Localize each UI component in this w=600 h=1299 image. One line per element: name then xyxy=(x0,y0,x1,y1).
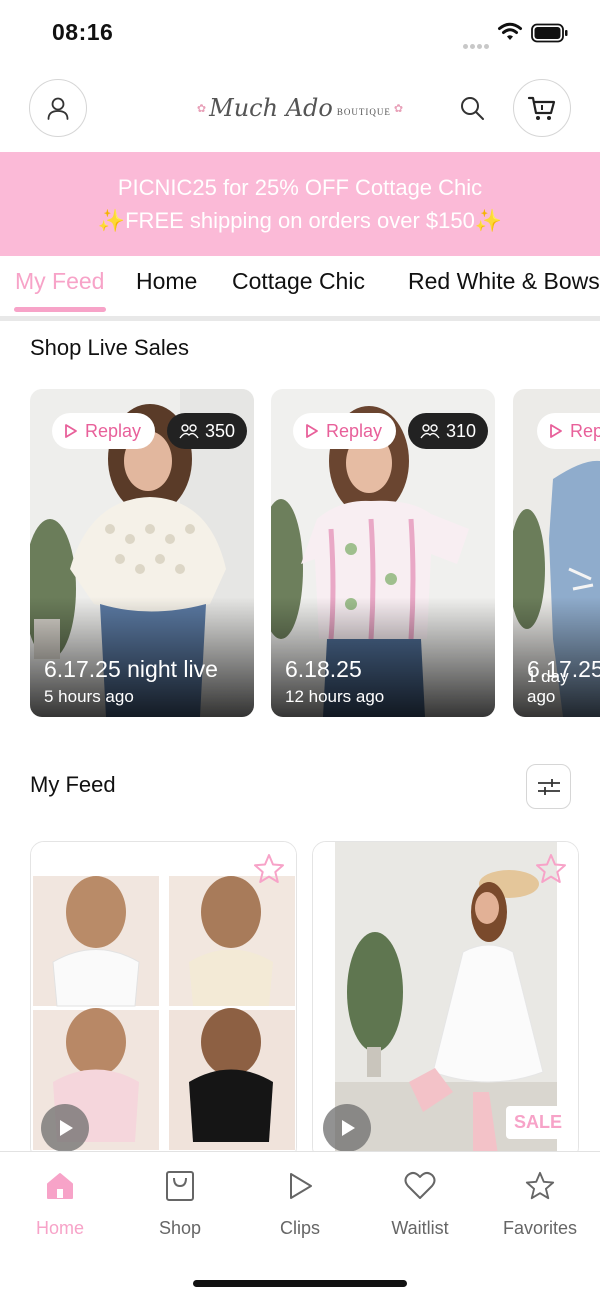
logo-small: BOUTIQUE xyxy=(336,107,391,117)
filter-sliders-icon xyxy=(537,778,560,795)
star-icon xyxy=(525,1171,555,1200)
battery-icon xyxy=(531,23,568,43)
viewers-icon xyxy=(420,424,440,439)
live-sales-title: Shop Live Sales xyxy=(30,335,189,360)
live-sale-time: 12 hours ago xyxy=(285,687,385,706)
app-header: ✿ Much Ado BOUTIQUE ✿ xyxy=(0,66,600,152)
feed-filter-button[interactable] xyxy=(526,764,571,809)
cart-icon xyxy=(527,96,556,120)
flower-icon: ✿ xyxy=(196,102,207,115)
nav-home[interactable]: Home xyxy=(10,1166,110,1239)
live-sale-card[interactable]: Replay 310 6.18.25 12 hours ago xyxy=(271,389,495,717)
cart-button[interactable] xyxy=(513,79,571,137)
live-sale-time: 5 hours ago xyxy=(44,687,134,706)
account-button[interactable] xyxy=(29,79,87,137)
shopping-bag-icon xyxy=(166,1171,194,1201)
heart-icon xyxy=(404,1171,436,1199)
replay-badge[interactable]: Replay xyxy=(52,413,156,449)
play-icon xyxy=(290,1173,312,1199)
home-indicator xyxy=(193,1280,407,1287)
nav-shop[interactable]: Shop xyxy=(130,1166,230,1239)
account-icon xyxy=(47,97,69,120)
tab-home[interactable]: Home xyxy=(136,268,197,295)
logo-script: Much Ado xyxy=(209,94,333,122)
nav-clips[interactable]: Clips xyxy=(250,1166,350,1239)
replay-label: Replay xyxy=(570,420,600,441)
feed-title: My Feed xyxy=(30,772,116,797)
nav-shop-label: Shop xyxy=(158,1218,202,1238)
replay-icon xyxy=(306,424,318,438)
viewers-count: 350 xyxy=(205,420,236,441)
promo-shipping-text: ✨FREE shipping on orders over $150✨ xyxy=(97,208,503,233)
search-button[interactable] xyxy=(456,92,488,124)
promo-banner[interactable]: PICNIC25 for 25% OFF Cottage Chic ✨FREE … xyxy=(0,152,600,256)
viewers-badge: 310 xyxy=(408,413,489,449)
product-card[interactable] xyxy=(30,841,297,1161)
live-sale-time: 1 day ago xyxy=(527,667,569,706)
video-play-button[interactable] xyxy=(323,1104,371,1152)
replay-icon xyxy=(65,424,77,438)
tab-my-feed[interactable]: My Feed xyxy=(15,268,104,295)
status-time: 08:16 xyxy=(52,19,114,45)
nav-waitlist-label: Waitlist xyxy=(391,1218,449,1238)
nav-favorites-label: Favorites xyxy=(502,1218,578,1238)
nav-favorites[interactable]: Favorites xyxy=(490,1166,590,1239)
sale-badge: SALE xyxy=(505,1106,570,1139)
nav-clips-label: Clips xyxy=(279,1218,320,1238)
live-sale-title: 6.17.25 night live xyxy=(44,656,218,682)
active-tab-indicator xyxy=(14,307,106,312)
favorite-star-icon[interactable] xyxy=(534,852,568,886)
live-sale-title: 6.18.25 xyxy=(285,656,362,682)
live-sale-card[interactable]: Replay 350 6.17.25 night live 5 hours ag… xyxy=(30,389,254,717)
boutique-logo[interactable]: ✿ Much Ado BOUTIQUE ✿ xyxy=(190,88,410,128)
replay-badge[interactable]: Replay xyxy=(293,413,397,449)
promo-code-text: PICNIC25 for 25% OFF Cottage Chic xyxy=(117,175,483,200)
nav-waitlist[interactable]: Waitlist xyxy=(370,1166,470,1239)
replay-icon xyxy=(550,424,562,438)
nav-home-label: Home xyxy=(35,1218,84,1238)
category-tabs: My Feed Home Cottage Chic Red White & Bo… xyxy=(0,256,600,316)
wifi-icon xyxy=(498,22,522,40)
bottom-navigation: Home Shop Clips Waitlist Favorites xyxy=(0,1151,600,1299)
play-icon xyxy=(60,1120,73,1136)
replay-label: Replay xyxy=(326,420,383,441)
play-icon xyxy=(342,1120,355,1136)
flower-icon: ✿ xyxy=(393,102,404,115)
live-sale-card[interactable]: Replay 6.17.25 1 day ago xyxy=(513,389,600,717)
search-icon xyxy=(461,97,484,120)
product-card[interactable]: SALE xyxy=(312,841,579,1161)
tab-red-white-bows[interactable]: Red White & Bows xyxy=(408,268,600,295)
tab-cottage-chic[interactable]: Cottage Chic xyxy=(232,268,365,295)
video-play-button[interactable] xyxy=(41,1104,89,1152)
viewers-icon xyxy=(179,424,199,439)
home-icon xyxy=(47,1173,73,1199)
tabs-divider xyxy=(0,316,600,321)
favorite-star-icon[interactable] xyxy=(252,852,286,886)
viewers-badge: 350 xyxy=(167,413,248,449)
status-bar: 08:16 xyxy=(0,0,600,66)
signal-dots-icon xyxy=(463,36,491,54)
replay-badge[interactable]: Replay xyxy=(537,413,600,449)
replay-label: Replay xyxy=(85,420,142,441)
viewers-count: 310 xyxy=(446,420,477,441)
